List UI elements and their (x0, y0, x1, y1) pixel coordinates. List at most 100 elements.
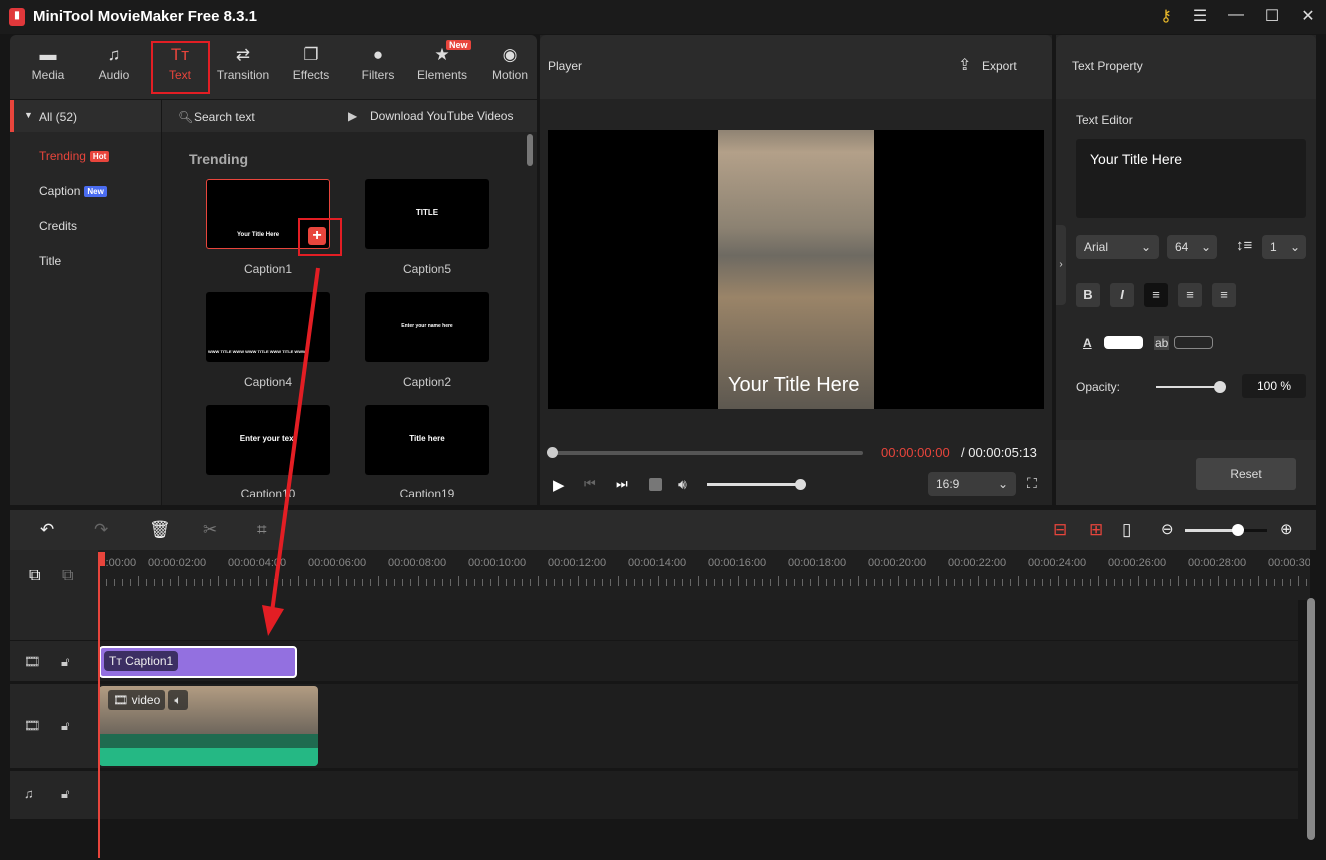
category-caption[interactable]: Caption New (39, 184, 107, 198)
category-title[interactable]: Title (39, 254, 61, 268)
volume-icon[interactable]: 🔊︎ (678, 476, 687, 493)
ruler-label: 00:00:16:00 (708, 557, 767, 569)
align-left-button[interactable]: ≡ (1144, 283, 1168, 307)
effects-icon: ❐ (303, 45, 319, 64)
maximize-button[interactable]: ☐ (1260, 6, 1284, 26)
minimize-button[interactable]: — (1224, 6, 1248, 24)
overlay-text[interactable]: Your Title Here (728, 374, 860, 397)
stop-button[interactable] (649, 478, 662, 491)
progress-handle[interactable] (547, 447, 558, 458)
background-color-swatch[interactable] (1174, 336, 1213, 349)
ruler-tick (1306, 579, 1307, 586)
lock-icon[interactable]: 🔓︎ (61, 786, 69, 802)
scissors-icon[interactable]: ✂ (203, 520, 217, 540)
volume-slider[interactable] (707, 483, 802, 486)
tab-effects[interactable]: ❐ Effects (281, 44, 341, 82)
volume-handle[interactable] (795, 479, 806, 490)
ruler-tick (1122, 579, 1123, 586)
category-trending[interactable]: Trending Hot (39, 149, 110, 163)
template-caption2[interactable]: Enter your name here (365, 292, 489, 362)
ruler-tick (554, 579, 555, 586)
tab-motion[interactable]: ◉ Motion (480, 44, 540, 82)
text-editor-input[interactable]: Your Title Here (1076, 139, 1306, 218)
tab-filters[interactable]: ● Filters (348, 44, 408, 82)
current-time: 00:00:00:00 (881, 445, 950, 460)
add-track-icon[interactable]: ⧉ (29, 567, 40, 585)
opacity-handle[interactable] (1214, 381, 1226, 393)
text-color-swatch[interactable] (1104, 336, 1143, 349)
opacity-input[interactable]: 100 % (1242, 374, 1306, 398)
aspect-ratio-select[interactable]: 16:9 ⌄ (928, 472, 1016, 496)
template-caption19[interactable]: Title here (365, 405, 489, 475)
scrollbar[interactable] (527, 134, 533, 166)
font-select[interactable]: Arial ⌄ (1076, 235, 1159, 259)
timeline-ruler[interactable]: 00:00:00:0000:00:02:0000:00:04:0000:00:0… (98, 550, 1310, 600)
category-all[interactable]: ▼ All (52) (10, 100, 161, 132)
crop-icon[interactable]: ⌗ (257, 520, 267, 540)
clip-volume-icon[interactable]: 🔈︎ (168, 690, 188, 710)
split-audio-icon[interactable]: ⊞ (1089, 520, 1103, 540)
reset-button[interactable]: Reset (1196, 458, 1296, 490)
tab-audio[interactable]: ♫ Audio (84, 44, 144, 82)
motion-icon: ◉ (502, 45, 518, 64)
lock-icon[interactable]: 🔓︎ (61, 654, 69, 670)
playhead[interactable] (98, 552, 100, 858)
ruler-tick (1250, 579, 1251, 586)
zoom-out-icon[interactable]: ⊖ (1161, 520, 1174, 538)
redo-icon[interactable]: ↷ (94, 520, 108, 540)
collapse-toggle[interactable]: › (1056, 225, 1066, 305)
tab-transition[interactable]: ⇄ Transition (212, 44, 274, 82)
play-button[interactable]: ▶ (553, 476, 565, 494)
zoom-in-icon[interactable]: ⊕ (1280, 520, 1293, 538)
ruler-tick (978, 576, 979, 586)
split-icon[interactable]: ⊟ (1053, 520, 1067, 540)
menu-icon[interactable]: ☰ (1188, 6, 1212, 26)
ruler-tick (274, 579, 275, 586)
tab-label: Transition (216, 68, 270, 82)
lock-icon[interactable]: 🔓︎ (61, 718, 69, 734)
category-all-label: All (52) (39, 110, 78, 124)
ruler-tick (698, 576, 699, 586)
ruler-tick (1266, 579, 1267, 586)
ruler-tick (714, 579, 715, 586)
font-size-select[interactable]: 64 ⌄ (1167, 235, 1217, 259)
search-input[interactable]: Search text (194, 110, 255, 124)
text-property-panel: Text Property Text Editor Your Title Her… (1056, 35, 1316, 505)
zoom-handle[interactable] (1232, 524, 1244, 536)
template-caption4[interactable]: WWW TITLE WWW WWW TITLE WWW TITLE WWW (206, 292, 330, 362)
template-caption5[interactable]: TITLE (365, 179, 489, 249)
undo-icon[interactable]: ↶ (40, 520, 54, 540)
zoom-slider[interactable] (1185, 529, 1267, 532)
timeline-scrollbar[interactable] (1307, 598, 1315, 840)
bold-button[interactable]: B (1076, 283, 1100, 307)
template-label: Caption1 (243, 262, 293, 276)
ruler-tick (106, 579, 107, 586)
ruler-tick (1202, 579, 1203, 586)
ruler-tick (1018, 576, 1019, 586)
key-icon[interactable]: ⚷ (1154, 6, 1178, 26)
template-caption10[interactable]: Enter your text (206, 405, 330, 475)
tab-media[interactable]: ▬ Media (18, 44, 78, 82)
fit-icon[interactable]: ▯ (1122, 520, 1131, 540)
video-clip[interactable]: 🎞︎ video 🔈︎ (99, 686, 318, 766)
export-button[interactable]: Export (982, 59, 1017, 73)
next-frame-button[interactable]: ⏭ (616, 476, 628, 492)
align-center-button[interactable]: ≡ (1178, 283, 1202, 307)
italic-button[interactable]: I (1110, 283, 1134, 307)
playhead-handle[interactable] (98, 552, 105, 566)
close-button[interactable]: ✕ (1296, 6, 1320, 26)
category-credits[interactable]: Credits (39, 219, 77, 233)
remove-track-icon[interactable]: ⧉ (62, 567, 73, 585)
prev-frame-button[interactable]: ⏮ (584, 476, 596, 492)
opacity-slider[interactable] (1156, 386, 1221, 388)
delete-icon[interactable]: 🗑︎ (149, 520, 171, 540)
ruler-tick (410, 579, 411, 586)
align-right-button[interactable]: ≡ (1212, 283, 1236, 307)
ruler-tick (834, 579, 835, 586)
download-youtube-link[interactable]: Download YouTube Videos (370, 109, 513, 123)
line-spacing-select[interactable]: 1 ⌄ (1262, 235, 1306, 259)
caption-clip[interactable]: Tт Caption1 (99, 646, 297, 678)
text-editor-label: Text Editor (1076, 113, 1133, 127)
progress-bar[interactable] (550, 451, 863, 455)
fullscreen-icon[interactable]: ⛶ (1027, 475, 1037, 492)
